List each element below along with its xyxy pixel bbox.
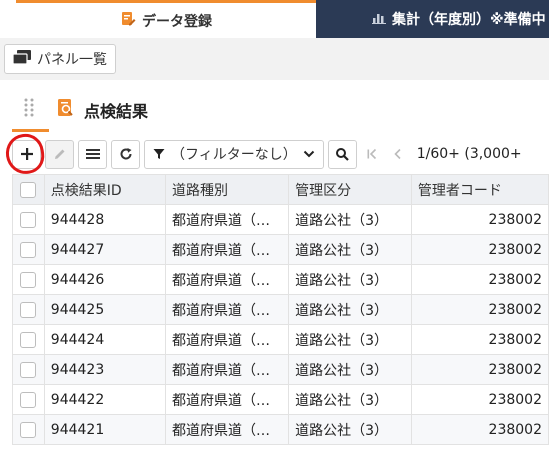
previous-page-button[interactable]	[387, 140, 409, 169]
tab-bar-spacer	[0, 0, 16, 38]
table-cell[interactable]: 944428	[43, 204, 167, 235]
table-cell[interactable]: 道路公社（3）	[288, 324, 412, 355]
table-row[interactable]: 944423 都道府県道（… 道路公社（3） 238002	[12, 354, 549, 385]
table-cell[interactable]: 都道府県道（…	[165, 294, 290, 325]
filter-icon	[153, 149, 165, 159]
table-cell[interactable]: 944423	[43, 354, 167, 385]
panel-tab-indicator	[12, 129, 49, 132]
table-cell[interactable]: 238002	[410, 414, 549, 445]
row-select-cell[interactable]	[12, 324, 45, 355]
table-cell[interactable]: 238002	[410, 234, 549, 265]
table-cell[interactable]: 都道府県道（…	[165, 384, 290, 415]
tab-label: データ登録	[142, 13, 212, 30]
table-cell[interactable]: 238002	[410, 204, 549, 235]
tab-data-entry[interactable]: データ登録	[16, 0, 316, 38]
table-cell[interactable]: 都道府県道（…	[165, 204, 290, 235]
filter-dropdown[interactable]: （フィルターなし）	[144, 139, 324, 169]
bar-chart-icon	[372, 10, 386, 28]
table-cell[interactable]: 238002	[410, 354, 549, 385]
tab-aggregate[interactable]: 集計（年度別）※準備中	[316, 0, 549, 38]
table-cell[interactable]: 238002	[410, 294, 549, 325]
select-all-checkbox[interactable]	[20, 181, 37, 198]
table-row[interactable]: 944427 都道府県道（… 道路公社（3） 238002	[12, 234, 549, 265]
panel-title-group: 点検結果	[56, 98, 148, 122]
table-cell[interactable]: 都道府県道（…	[165, 234, 290, 265]
chevron-down-icon	[303, 150, 314, 158]
results-table: 点検結果ID 道路種別 管理区分 管理者コード 944428 都道府県道（… 道路公…	[12, 174, 549, 451]
menu-button[interactable]	[78, 139, 107, 169]
table-row[interactable]: 944425 都道府県道（… 道路公社（3） 238002	[12, 294, 549, 325]
first-page-icon	[367, 148, 376, 160]
table-cell[interactable]: 道路公社（3）	[288, 264, 412, 295]
table-cell[interactable]: 238002	[410, 384, 549, 415]
row-select-cell[interactable]	[12, 264, 45, 295]
pager-status: 1/60+ (3,000+	[416, 146, 522, 162]
row-select-cell[interactable]	[12, 204, 45, 235]
table-cell[interactable]: 都道府県道（…	[165, 414, 290, 445]
table-row[interactable]: 944422 都道府県道（… 道路公社（3） 238002	[12, 384, 549, 415]
table-header-row: 点検結果ID 道路種別 管理区分 管理者コード	[12, 174, 549, 205]
table-cell[interactable]: 都道府県道（…	[165, 354, 290, 385]
edit-button[interactable]	[45, 139, 74, 169]
column-header[interactable]: 管理者コード	[410, 174, 549, 205]
row-select-cell[interactable]	[12, 294, 45, 325]
row-checkbox[interactable]	[20, 211, 37, 228]
column-header[interactable]: 道路種別	[165, 174, 290, 205]
panel-list-label: パネル一覧	[37, 52, 107, 68]
drag-handle-icon[interactable]	[22, 97, 36, 119]
row-checkbox[interactable]	[20, 271, 37, 288]
table-cell[interactable]: 都道府県道（…	[165, 324, 290, 355]
table-cell[interactable]: 944426	[43, 264, 167, 295]
select-all-cell[interactable]	[12, 174, 45, 205]
inspection-search-icon	[56, 98, 76, 122]
column-header[interactable]: 点検結果ID	[43, 174, 167, 205]
results-grid: 点検結果ID 道路種別 管理区分 管理者コード 944428 都道府県道（… 道路公…	[12, 174, 549, 445]
refresh-icon	[120, 148, 132, 160]
table-cell[interactable]: 238002	[410, 264, 549, 295]
table-cell[interactable]: 238002	[410, 324, 549, 355]
search-button[interactable]	[327, 139, 357, 169]
row-select-cell[interactable]	[12, 414, 45, 445]
table-cell[interactable]: 944425	[43, 294, 167, 325]
table-cell[interactable]: 道路公社（3）	[288, 234, 412, 265]
panel-list-button[interactable]: パネル一覧	[4, 44, 116, 74]
table-cell[interactable]: 944422	[43, 384, 167, 415]
table-row[interactable]: 944424 都道府県道（… 道路公社（3） 238002	[12, 324, 549, 355]
row-select-cell[interactable]	[12, 384, 45, 415]
row-checkbox[interactable]	[20, 361, 37, 378]
window-icon	[12, 50, 31, 68]
pencil-icon	[54, 149, 64, 159]
row-select-cell[interactable]	[12, 354, 45, 385]
row-checkbox[interactable]	[20, 301, 37, 318]
search-icon	[336, 148, 350, 161]
table-row[interactable]: 944421 都道府県道（… 道路公社（3） 238002	[12, 414, 549, 445]
table-row[interactable]: 944426 都道府県道（… 道路公社（3） 238002	[12, 264, 549, 295]
row-checkbox[interactable]	[20, 241, 37, 258]
row-checkbox[interactable]	[20, 331, 37, 348]
table-cell[interactable]: 道路公社（3）	[288, 384, 412, 415]
panel-toolbar: （フィルターなし） 1/60+ (3,000+	[12, 138, 549, 170]
chevron-left-icon	[394, 148, 401, 160]
panel-title: 点検結果	[84, 102, 149, 121]
table-cell[interactable]: 944421	[43, 414, 167, 445]
row-checkbox[interactable]	[20, 421, 37, 438]
table-cell[interactable]: 道路公社（3）	[288, 294, 412, 325]
row-select-cell[interactable]	[12, 234, 45, 265]
table-cell[interactable]: 道路公社（3）	[288, 354, 412, 385]
table-row[interactable]: 944428 都道府県道（… 道路公社（3） 238002	[12, 204, 549, 235]
table-cell[interactable]: 944424	[43, 324, 167, 355]
refresh-button[interactable]	[111, 139, 140, 169]
table-cell[interactable]: 道路公社（3）	[288, 204, 412, 235]
table-cell[interactable]: 944427	[43, 234, 167, 265]
column-header[interactable]: 管理区分	[288, 174, 412, 205]
table-cell[interactable]: 都道府県道（…	[165, 264, 290, 295]
hamburger-icon	[85, 149, 100, 159]
filter-label: （フィルターなし）	[171, 147, 297, 163]
first-page-button[interactable]	[361, 140, 383, 169]
edit-document-icon	[120, 11, 136, 31]
row-checkbox[interactable]	[20, 391, 37, 408]
tab-label: 集計（年度別）※準備中	[392, 12, 546, 28]
table-cell[interactable]: 道路公社（3）	[288, 414, 412, 445]
